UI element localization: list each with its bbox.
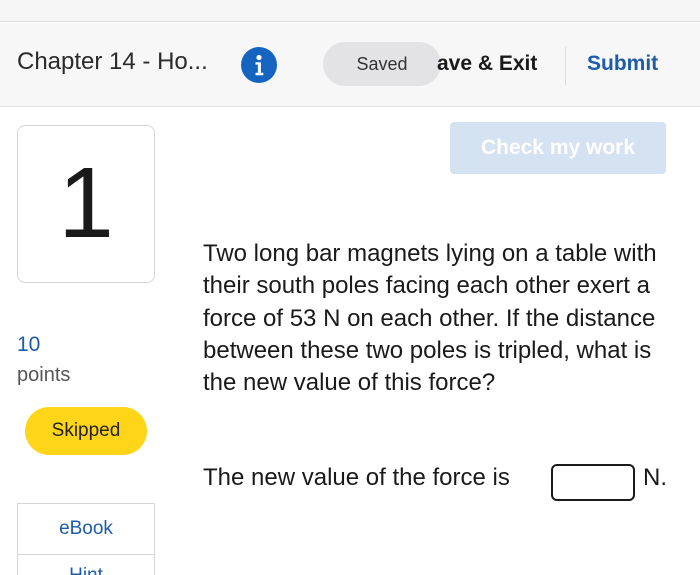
points-value: 10 <box>17 333 41 356</box>
info-button[interactable] <box>241 47 277 83</box>
answer-input[interactable] <box>551 464 635 501</box>
saved-status: Saved <box>323 42 441 86</box>
resource-links: eBook Hint <box>17 503 155 575</box>
answer-prompt: The new value of the force is <box>203 464 510 491</box>
ebook-link[interactable]: eBook <box>18 504 154 555</box>
submit-button[interactable]: Submit <box>587 52 658 76</box>
top-strip <box>0 0 700 22</box>
hint-link[interactable]: Hint <box>18 555 154 575</box>
chapter-title: Chapter 14 - Ho... <box>17 48 208 75</box>
header-divider <box>565 47 566 85</box>
info-icon <box>241 47 277 83</box>
question-number: 1 <box>58 147 114 259</box>
save-and-exit-button[interactable]: ave & Exit <box>437 52 537 76</box>
question-text: Two long bar magnets lying on a table wi… <box>203 240 657 397</box>
question-number-card: 1 <box>17 125 155 283</box>
status-badge: Skipped <box>25 407 147 455</box>
answer-unit: N. <box>643 464 667 491</box>
points-label: points <box>17 364 71 386</box>
check-my-work-button[interactable]: Check my work <box>450 122 666 174</box>
assignment-header: Chapter 14 - Ho... Saved ave & Exit Subm… <box>0 23 700 107</box>
